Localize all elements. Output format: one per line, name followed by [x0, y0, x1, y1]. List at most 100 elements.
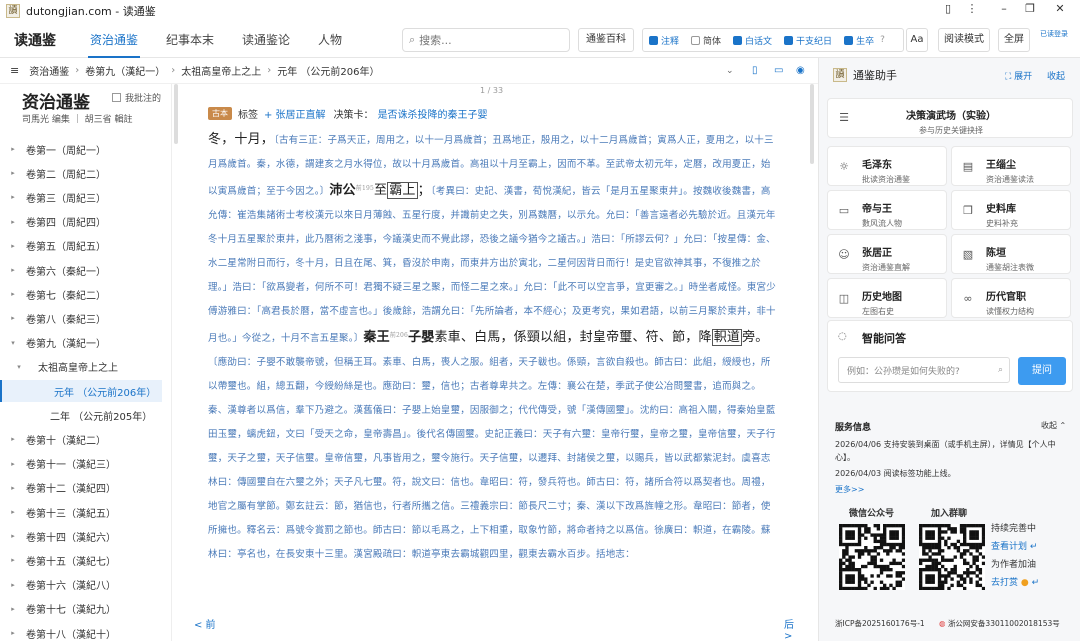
- next-page-link[interactable]: 后 >: [784, 616, 802, 641]
- scrollbar[interactable]: [810, 84, 814, 164]
- assistant-card-person[interactable]: ☺ 张居正 资治通鉴直解: [827, 234, 947, 274]
- submit-question-button[interactable]: 提问: [1018, 357, 1066, 385]
- chevron-down-icon[interactable]: ⌄: [726, 66, 734, 76]
- print-icon[interactable]: ▭: [774, 65, 783, 76]
- breadcrumb-item[interactable]: 元年 （公元前206年）: [277, 63, 379, 78]
- toc-label: 卷第一（周紀一）: [26, 145, 106, 157]
- toc-volume[interactable]: ▾ 卷第九（漢紀一）: [0, 332, 171, 354]
- toc-volume[interactable]: ▸ 卷第八（秦紀三）: [0, 307, 171, 329]
- assistant-card-map[interactable]: ◫ 历史地图 左图右史: [827, 278, 947, 318]
- toc-volume[interactable]: ▸ 卷第二（周紀二）: [0, 162, 171, 184]
- person-icon: ☺: [838, 248, 850, 261]
- assistant-card-book[interactable]: ❒ 史料库 史料补充: [951, 190, 1071, 230]
- fullscreen-button[interactable]: 全屏: [998, 28, 1030, 52]
- toc-volume[interactable]: ▸ 卷第六（秦紀一）: [0, 259, 171, 281]
- restore-icon[interactable]: ❐: [1020, 2, 1040, 15]
- tab-people[interactable]: 人物: [304, 22, 356, 58]
- breadcrumb-item[interactable]: 卷第九（漢紀一）: [85, 63, 165, 78]
- close-icon[interactable]: ✕: [1050, 2, 1070, 15]
- scrollbar[interactable]: [174, 84, 178, 144]
- toc-chapter[interactable]: ▾ 太祖高皇帝上之上: [0, 356, 171, 378]
- assistant-card-file[interactable]: ▧ 陈垣 通鉴胡注表微: [951, 234, 1071, 274]
- prev-page-link[interactable]: < 前: [194, 616, 216, 631]
- service-collapse-button[interactable]: 收起 ⌃: [1041, 420, 1066, 431]
- bookmark-icon[interactable]: ▯: [752, 65, 758, 76]
- add-tag-button[interactable]: + 张居正直解: [264, 106, 326, 121]
- toc-volume[interactable]: ▸ 卷第十（漢紀二）: [0, 428, 171, 450]
- toc-volume[interactable]: ▸ 卷第十五（漢紀七）: [0, 549, 171, 571]
- roadmap-link[interactable]: 查看计划 ↵: [991, 538, 1039, 556]
- toc-volume[interactable]: ▸ 卷第三（周紀三）: [0, 186, 171, 208]
- reader-pane: 1 / 33 古本 标签 + 张居正直解 决策卡： 是否诛杀投降的秦王子婴 冬，…: [190, 84, 802, 641]
- toc-volume[interactable]: ▸ 卷第十三（漢紀五）: [0, 501, 171, 523]
- more-news-link[interactable]: 更多>>: [819, 484, 1080, 495]
- toc-volume[interactable]: ▸ 卷第十一（漢紀三）: [0, 453, 171, 475]
- toc-label: 元年 （公元前206年）: [54, 387, 157, 399]
- police-link[interactable]: ◍ 浙公网安备33011002018153号: [939, 618, 1060, 629]
- tab-dulun[interactable]: 读通鉴论: [228, 22, 304, 58]
- map-icon: ◫: [838, 292, 850, 305]
- collapse-button[interactable]: 收起: [1047, 69, 1065, 82]
- toc-volume[interactable]: ▸ 卷第十四（漢紀六）: [0, 525, 171, 547]
- decision-card-link[interactable]: 是否诛杀投降的秦王子婴: [378, 106, 488, 121]
- search-input[interactable]: [419, 33, 550, 47]
- user-icon[interactable]: ◉: [796, 65, 805, 76]
- toc-volume[interactable]: ▸ 卷第十七（漢紀九）: [0, 598, 171, 620]
- menu-icon[interactable]: ≡: [10, 64, 19, 77]
- breadcrumb-item[interactable]: 资治通鉴: [29, 63, 69, 78]
- decision-arena-card[interactable]: ☰ 决策演武场（实验） 参与历史关键抉择: [827, 98, 1073, 138]
- toggle-lifespan[interactable]: 生卒?: [844, 34, 885, 47]
- sun-icon: ☼: [839, 160, 849, 173]
- toc-volume[interactable]: ▸ 卷第四（周紀四）: [0, 211, 171, 233]
- feature-subtitle: 参与历史关键抉择: [919, 126, 983, 135]
- breadcrumb-item[interactable]: 太祖高皇帝上之上: [181, 63, 261, 78]
- toggle-vernacular[interactable]: 白话文: [733, 34, 772, 47]
- minimize-icon[interactable]: –: [994, 2, 1014, 15]
- qa-card: ◌ 智能问答 例如：公孙瓒是如何失败的? ⌕ 提问: [827, 320, 1073, 392]
- window-titlebar: 讀 dutongjian.com - 读通鉴 ▯ ⋮ – ❐ ✕: [0, 0, 1080, 22]
- toc-volume[interactable]: ▸ 卷第十六（漢紀八）: [0, 574, 171, 596]
- toc-volume[interactable]: ▸ 卷第七（秦紀二）: [0, 283, 171, 305]
- assistant-card-chain[interactable]: ∞ 历代官职 读懂权力结构: [951, 278, 1071, 318]
- toggle-ganzhi[interactable]: 干支纪日: [784, 34, 832, 47]
- icp-link[interactable]: 浙ICP备2025160176号-1: [835, 618, 925, 629]
- toc-label: 二年 （公元前205年）: [50, 411, 153, 423]
- app-logo-icon: 讀: [6, 4, 20, 18]
- qa-placeholder: 例如：公孙瓒是如何失败的?: [847, 366, 960, 377]
- checkbox-icon: [649, 35, 658, 45]
- baike-button[interactable]: 通鉴百科: [578, 28, 634, 52]
- assistant-card-sun[interactable]: ☼ 毛泽东 批读资治通鉴: [827, 146, 947, 186]
- toc-label: 卷第六（秦紀一）: [26, 266, 106, 278]
- donate-link[interactable]: 去打赏 ● ↵: [991, 574, 1039, 592]
- font-size-button[interactable]: Aa: [906, 28, 928, 52]
- window-menu-icon[interactable]: ⋮: [962, 2, 982, 15]
- toc-volume[interactable]: ▸ 卷第五（周紀五）: [0, 235, 171, 257]
- toc-volume[interactable]: ▸ 卷第一（周紀一）: [0, 138, 171, 160]
- toc-label: 卷第十七（漢紀九）: [26, 605, 116, 617]
- read-mode-button[interactable]: 阅读模式: [938, 28, 990, 52]
- toggle-simplified[interactable]: 简体: [691, 34, 721, 47]
- phone-icon[interactable]: ▯: [938, 2, 958, 15]
- toc-year[interactable]: 二年 （公元前205年）: [0, 404, 171, 426]
- qa-input[interactable]: 例如：公孙瓒是如何失败的? ⌕: [838, 357, 1010, 383]
- tag-row: 古本 标签 + 张居正直解 决策卡： 是否诛杀投降的秦王子婴: [208, 106, 488, 121]
- toc-volume[interactable]: ▸ 卷第十二（漢紀四）: [0, 477, 171, 499]
- search-box[interactable]: ⌕: [402, 28, 570, 52]
- assistant-card-card[interactable]: ▭ 帝与王 數风流人物: [827, 190, 947, 230]
- toggle-notes[interactable]: 注释: [649, 34, 679, 47]
- annotated-filter[interactable]: 我批注的: [112, 91, 161, 104]
- support-section: 持续完善中 查看计划 ↵ 为作者加油 去打赏 ● ↵: [991, 520, 1039, 592]
- card-subtitle: 數风流人物: [862, 219, 902, 228]
- tab-jishi[interactable]: 纪事本末: [152, 22, 228, 58]
- expand-button[interactable]: ⛶ 展开: [1005, 69, 1032, 82]
- chevron-right-icon: ▸: [11, 629, 15, 637]
- toc-volume[interactable]: ▸ 卷第十八（漢紀十）: [0, 622, 171, 641]
- book-title: 资治通鉴: [22, 93, 90, 113]
- chevron-right-icon: ▸: [11, 145, 15, 153]
- toc-year[interactable]: 元年 （公元前206年）: [0, 380, 162, 402]
- assistant-card-doc[interactable]: ▤ 王缁尘 资治通鉴读法: [951, 146, 1071, 186]
- login-button[interactable]: 已读登录: [1040, 30, 1068, 39]
- help-icon[interactable]: ?: [880, 35, 885, 45]
- tab-zizhi[interactable]: 资治通鉴: [76, 22, 152, 58]
- chevron-right-icon: ▸: [11, 580, 15, 589]
